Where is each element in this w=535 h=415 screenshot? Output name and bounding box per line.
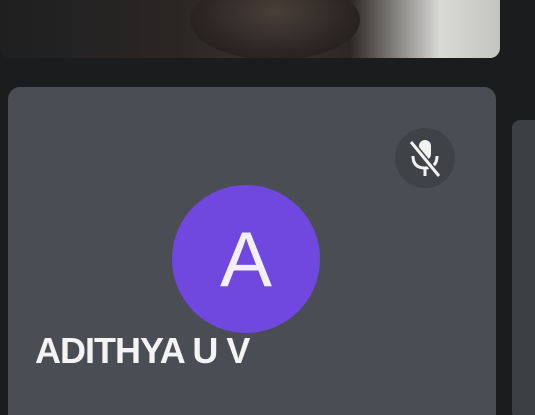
participant-name: ADITHYA U V [35, 330, 250, 371]
adjacent-participant-tile[interactable] [512, 120, 535, 415]
mic-off-icon [408, 140, 442, 178]
participant-video-tile[interactable] [0, 0, 500, 58]
participant-video-feed [190, 0, 360, 58]
participant-avatar: A [172, 185, 320, 333]
mic-off-badge [395, 128, 455, 188]
avatar-initial: A [219, 215, 273, 303]
meeting-stage: A ADITHYA U V [0, 0, 535, 415]
